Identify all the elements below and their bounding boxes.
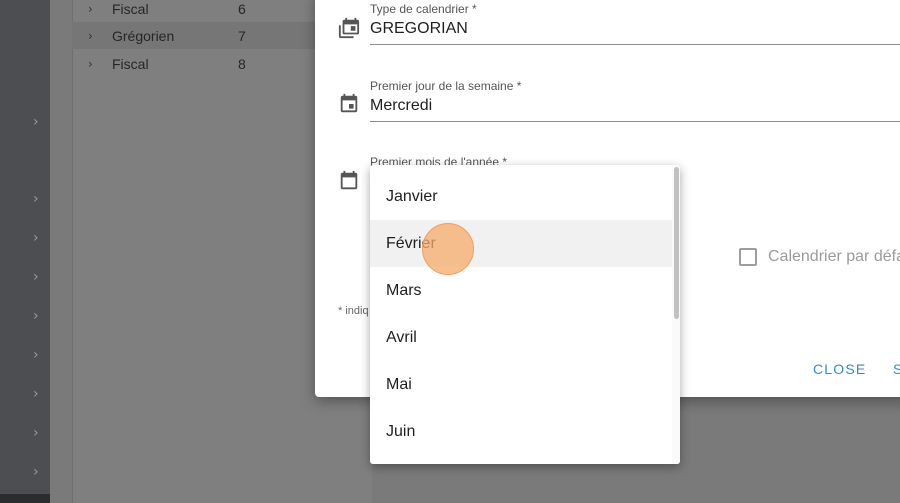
calendar-type-label: Type de calendrier * bbox=[370, 2, 477, 16]
calendar-type-value[interactable]: GREGORIAN bbox=[370, 20, 900, 45]
chevron-right-icon[interactable]: › bbox=[33, 115, 39, 129]
expand-chevron-icon[interactable]: › bbox=[88, 2, 106, 16]
expand-chevron-icon[interactable]: › bbox=[88, 57, 106, 71]
calendar-type-field[interactable]: Type de calendrier * GREGORIAN bbox=[370, 2, 900, 45]
required-note: * indiq bbox=[338, 305, 369, 317]
row-name: Fiscal bbox=[112, 55, 149, 72]
menu-option-janvier[interactable]: Janvier bbox=[370, 173, 672, 220]
save-button[interactable]: S bbox=[893, 361, 900, 377]
chevron-right-icon[interactable]: › bbox=[33, 270, 39, 284]
close-button[interactable]: CLOSE bbox=[813, 361, 866, 377]
chevron-right-icon[interactable]: › bbox=[33, 426, 39, 440]
row-number: 6 bbox=[238, 0, 246, 17]
first-day-field[interactable]: Premier jour de la semaine * Mercredi bbox=[370, 79, 900, 122]
month-dropdown-menu: Janvier Février Mars Avril Mai Juin bbox=[370, 165, 680, 464]
menu-option-mars[interactable]: Mars bbox=[370, 267, 672, 314]
default-calendar-checkbox-row[interactable]: Calendrier par défa bbox=[739, 248, 900, 266]
row-number: 8 bbox=[238, 55, 246, 72]
calendar-icon bbox=[338, 170, 360, 192]
chevron-right-icon[interactable]: › bbox=[33, 348, 39, 362]
calendar-today-icon bbox=[338, 93, 360, 115]
chevron-right-icon[interactable]: › bbox=[33, 192, 39, 206]
default-calendar-label: Calendrier par défa bbox=[768, 248, 900, 265]
click-indicator bbox=[422, 223, 474, 275]
chevron-right-icon[interactable]: › bbox=[33, 465, 39, 479]
sidebar-active-item[interactable] bbox=[0, 494, 50, 503]
menu-option-juin[interactable]: Juin bbox=[370, 408, 672, 455]
first-day-value[interactable]: Mercredi bbox=[370, 97, 900, 122]
menu-option-fevrier[interactable]: Février bbox=[370, 220, 672, 267]
menu-scrollbar-thumb[interactable] bbox=[674, 167, 679, 319]
expand-chevron-icon[interactable]: › bbox=[88, 29, 106, 43]
calendar-multiple-icon bbox=[338, 17, 360, 39]
chevron-right-icon[interactable]: › bbox=[33, 231, 39, 245]
menu-scrollbar[interactable] bbox=[672, 165, 680, 464]
row-name: Fiscal bbox=[112, 0, 149, 17]
first-day-label: Premier jour de la semaine * bbox=[370, 79, 522, 93]
chevron-right-icon[interactable]: › bbox=[33, 309, 39, 323]
menu-option-mai[interactable]: Mai bbox=[370, 361, 672, 408]
chevron-right-icon[interactable]: › bbox=[33, 387, 39, 401]
menu-option-avril[interactable]: Avril bbox=[370, 314, 672, 361]
sidebar: › › › › › › › › › bbox=[0, 0, 50, 503]
row-name: Grégorien bbox=[112, 27, 175, 44]
row-number: 7 bbox=[238, 27, 246, 44]
default-calendar-checkbox[interactable] bbox=[739, 248, 757, 266]
